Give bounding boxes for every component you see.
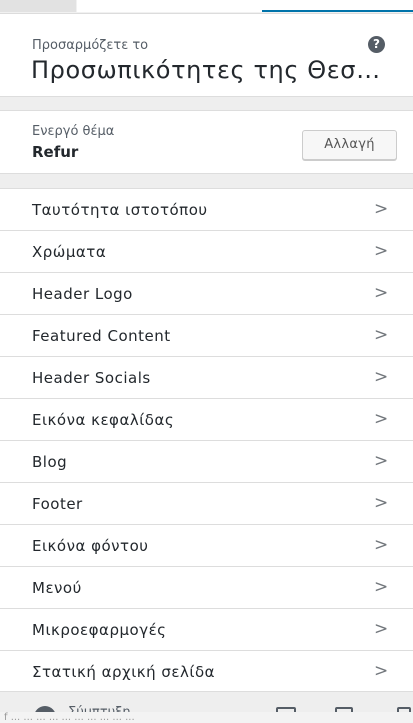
- section-label: Εικόνα φόντου: [32, 537, 149, 555]
- chevron-right-icon: >: [374, 619, 389, 639]
- chevron-right-icon: >: [374, 325, 389, 345]
- top-tab[interactable]: [77, 0, 263, 12]
- chevron-right-icon: >: [374, 409, 389, 429]
- chevron-right-icon: >: [374, 493, 389, 513]
- chevron-right-icon: >: [374, 451, 389, 471]
- customizing-label: Προσαρμόζετε το: [32, 38, 149, 53]
- section-label: Χρώματα: [32, 243, 107, 261]
- notice-text: f ... ... ... ... ... ... ... ... ... ..…: [4, 712, 135, 723]
- section-static-front-page[interactable]: Στατική αρχική σελίδα >: [0, 651, 413, 693]
- top-tab-active[interactable]: [262, 0, 413, 12]
- top-tab[interactable]: [0, 0, 76, 12]
- section-menus[interactable]: Μενού >: [0, 567, 413, 609]
- chevron-right-icon: >: [374, 241, 389, 261]
- active-theme-name: Refur: [32, 143, 79, 161]
- active-theme-label: Ενεργό θέμα: [32, 124, 115, 139]
- chevron-right-icon: >: [374, 577, 389, 597]
- section-site-identity[interactable]: Ταυτότητα ιστοτόπου >: [0, 189, 413, 231]
- section-widgets[interactable]: Μικροεφαρμογές >: [0, 609, 413, 651]
- section-label: Μενού: [32, 579, 82, 597]
- active-theme-section: Ενεργό θέμα Refur Αλλαγή: [0, 110, 413, 174]
- section-label: Εικόνα κεφαλίδας: [32, 411, 175, 429]
- bottom-notice-bar: f ... ... ... ... ... ... ... ... ... ..…: [0, 712, 413, 723]
- chevron-right-icon: >: [374, 661, 389, 681]
- section-header-image[interactable]: Εικόνα κεφαλίδας >: [0, 399, 413, 441]
- section-blog[interactable]: Blog >: [0, 441, 413, 483]
- section-label: Header Logo: [32, 285, 133, 303]
- section-label: Στατική αρχική σελίδα: [32, 663, 216, 681]
- top-tab-strip: [0, 0, 413, 14]
- customizing-header: Προσαρμόζετε το Προσωπικότητες της Θεσσ.…: [0, 14, 413, 97]
- chevron-right-icon: >: [374, 535, 389, 555]
- section-footer[interactable]: Footer >: [0, 483, 413, 525]
- customizer-sections-list: Ταυτότητα ιστοτόπου > Χρώματα > Header L…: [0, 188, 413, 693]
- section-label: Featured Content: [32, 327, 171, 345]
- section-label: Header Socials: [32, 369, 151, 387]
- change-theme-button[interactable]: Αλλαγή: [302, 130, 397, 160]
- section-featured-content[interactable]: Featured Content >: [0, 315, 413, 357]
- section-label: Blog: [32, 453, 68, 471]
- chevron-right-icon: >: [374, 283, 389, 303]
- section-label: Ταυτότητα ιστοτόπου: [32, 201, 208, 219]
- customizer-panel: Προσαρμόζετε το Προσωπικότητες της Θεσσ.…: [0, 0, 413, 723]
- section-background-image[interactable]: Εικόνα φόντου >: [0, 525, 413, 567]
- section-label: Footer: [32, 495, 83, 513]
- section-label: Μικροεφαρμογές: [32, 621, 167, 639]
- site-title: Προσωπικότητες της Θεσσ...: [31, 56, 393, 84]
- section-header-socials[interactable]: Header Socials >: [0, 357, 413, 399]
- section-header-logo[interactable]: Header Logo >: [0, 273, 413, 315]
- section-colors[interactable]: Χρώματα >: [0, 231, 413, 273]
- help-icon[interactable]: ?: [368, 36, 385, 53]
- chevron-right-icon: >: [374, 367, 389, 387]
- chevron-right-icon: >: [374, 199, 389, 219]
